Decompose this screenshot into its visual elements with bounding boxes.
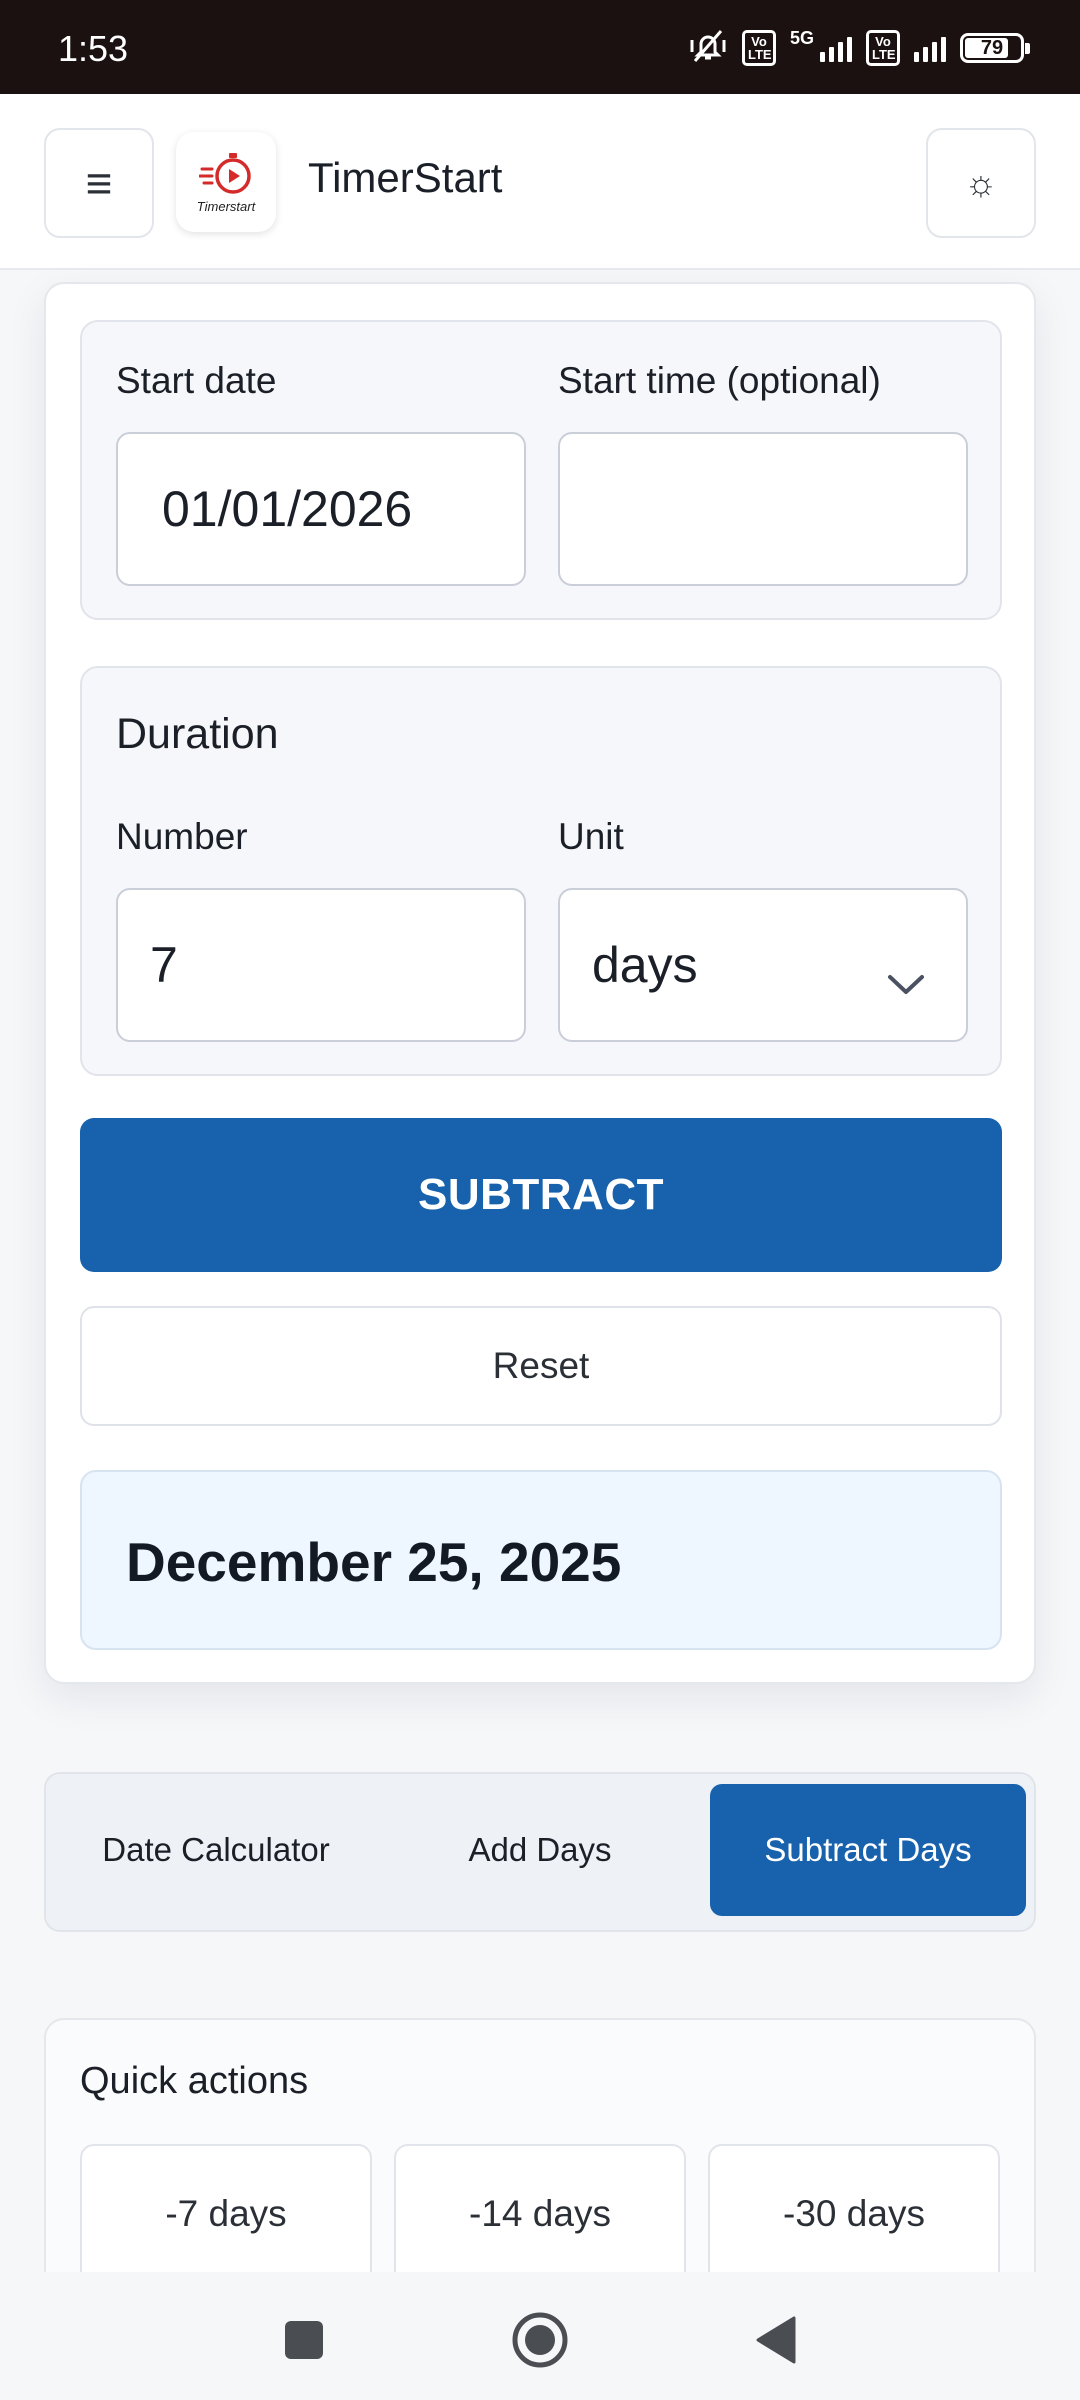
unit-label: Unit	[558, 816, 624, 857]
signal-icon-2	[914, 34, 946, 62]
back-button[interactable]	[746, 2310, 806, 2370]
result-date: December 25, 2025	[126, 1531, 622, 1593]
signal-icon	[820, 34, 852, 62]
sun-icon: ☼	[964, 162, 998, 203]
duration-title: Duration	[116, 710, 279, 758]
recents-button[interactable]	[274, 2310, 334, 2370]
status-bar: 1:53 Vo LTE 5G Vo LTE 79	[0, 0, 1080, 94]
volte-icon-2: Vo LTE	[866, 30, 900, 66]
home-button[interactable]	[510, 2310, 570, 2370]
start-panel: Start date 01/01/2026 Start time (option…	[80, 320, 1002, 620]
number-label: Number	[116, 816, 248, 857]
stopwatch-icon	[199, 152, 251, 194]
network-type-label: 5G	[789, 27, 814, 48]
theme-toggle-button[interactable]: ☼	[926, 128, 1036, 238]
tab-date-calculator[interactable]: Date Calculator	[56, 1784, 376, 1916]
app-header: ≡ Timerstart TimerStart ☼	[0, 94, 1080, 270]
back-icon	[756, 2316, 796, 2364]
logo-text: Timerstart	[196, 198, 256, 214]
tab-subtract-days[interactable]: Subtract Days	[710, 1784, 1026, 1916]
number-input[interactable]: 7	[116, 888, 526, 1042]
status-time: 1:53	[58, 28, 129, 69]
system-nav-bar	[0, 2272, 1080, 2400]
start-date-label: Start date	[116, 360, 277, 401]
quick-action-minus-14-days[interactable]: -14 days	[394, 2144, 686, 2284]
start-date-input[interactable]: 01/01/2026	[116, 432, 526, 586]
start-time-input[interactable]	[558, 432, 968, 586]
app-title: TimerStart	[308, 154, 503, 201]
result-box: December 25, 2025	[80, 1470, 1002, 1650]
start-time-label: Start time (optional)	[558, 360, 881, 401]
quick-action-minus-7-days[interactable]: -7 days	[80, 2144, 372, 2284]
menu-button[interactable]: ≡	[44, 128, 154, 238]
status-icons: Vo LTE 5G Vo LTE 79	[688, 27, 1030, 69]
chevron-down-icon	[886, 952, 926, 1010]
home-icon	[512, 2312, 568, 2368]
app-logo[interactable]: Timerstart	[176, 132, 276, 232]
calculator-card: Start date 01/01/2026 Start time (option…	[44, 282, 1036, 1684]
reset-button[interactable]: Reset	[80, 1306, 1002, 1426]
volte-icon: Vo LTE	[741, 30, 776, 66]
calculator-tabs: Date Calculator Add Days Subtract Days	[44, 1772, 1036, 1932]
quick-action-minus-30-days[interactable]: -30 days	[708, 2144, 1000, 2284]
battery-icon: 79	[960, 33, 1030, 63]
battery-level: 79	[980, 37, 1004, 59]
unit-select-value: days	[592, 937, 698, 993]
subtract-button[interactable]: SUBTRACT	[80, 1118, 1002, 1272]
duration-panel: Duration Number 7 Unit days	[80, 666, 1002, 1076]
quick-actions-title: Quick actions	[80, 2060, 309, 2102]
recents-icon	[285, 2321, 323, 2359]
tab-add-days[interactable]: Add Days	[382, 1784, 698, 1916]
unit-select[interactable]: days	[558, 888, 968, 1042]
mute-vibrate-icon	[688, 28, 728, 69]
hamburger-icon: ≡	[85, 157, 113, 209]
